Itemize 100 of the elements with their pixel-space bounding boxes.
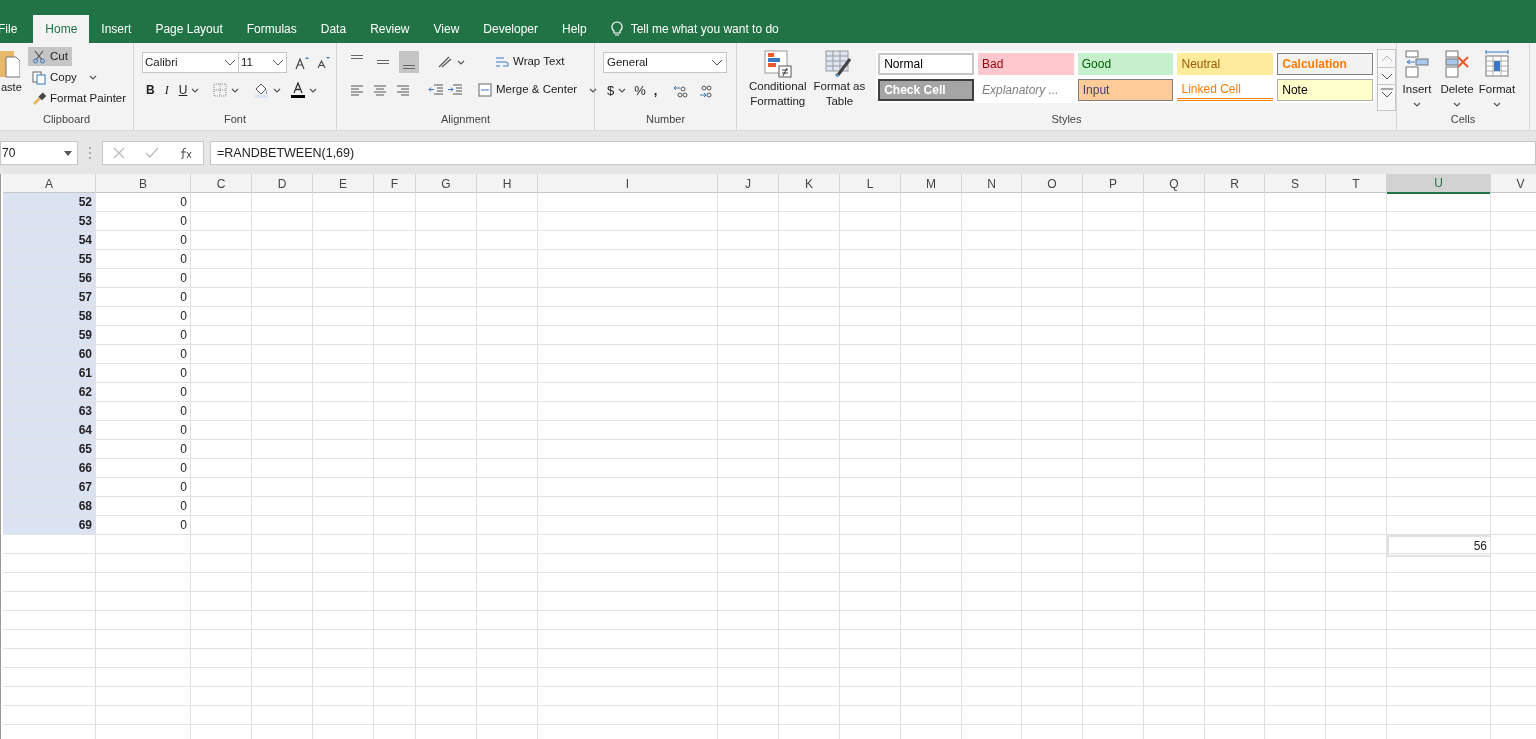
conditional-formatting-button[interactable]: Conditional Formatting [745, 43, 811, 111]
ribbon-tab[interactable]: Review [358, 15, 422, 43]
column-header[interactable]: P [1083, 174, 1144, 194]
ribbon-tab[interactable]: View [421, 15, 472, 43]
currency-button[interactable]: $ [607, 81, 627, 101]
table-cell[interactable]: 0 [96, 307, 191, 325]
fill-color-button[interactable] [253, 82, 282, 98]
format-cells-button[interactable]: Format [1477, 43, 1517, 111]
table-cell[interactable]: 63 [3, 402, 96, 420]
table-cell[interactable]: 55 [3, 250, 96, 268]
table-cell[interactable]: 66 [3, 459, 96, 477]
table-cell[interactable]: 0 [96, 231, 191, 249]
table-cell[interactable]: 56 [3, 269, 96, 287]
table-cell[interactable]: 0 [96, 326, 191, 344]
copy-button[interactable]: Copy [28, 68, 101, 87]
column-header[interactable]: G [416, 174, 477, 194]
name-box[interactable]: 70 [0, 141, 78, 165]
table-cell[interactable]: 0 [96, 345, 191, 363]
table-cell[interactable]: 56 [1387, 535, 1491, 557]
ribbon-tab[interactable]: Developer [471, 15, 550, 43]
cell-style-neutral[interactable]: Neutral [1177, 53, 1274, 75]
table-cell[interactable]: 0 [96, 269, 191, 287]
insert-cells-button[interactable]: Insert [1397, 43, 1437, 111]
table-cell[interactable]: 0 [96, 193, 191, 211]
table-cell[interactable]: 67 [3, 478, 96, 496]
table-cell[interactable]: 0 [96, 364, 191, 382]
enter-button[interactable] [145, 147, 159, 159]
cell-style-good[interactable]: Good [1077, 53, 1174, 75]
column-header[interactable]: O [1022, 174, 1083, 194]
wrap-text-button[interactable]: Wrap Text [495, 53, 565, 71]
cell-style-bad[interactable]: Bad [977, 53, 1074, 75]
ribbon-tab[interactable]: Help [550, 15, 599, 43]
tell-me-search[interactable]: Tell me what you want to do [630, 20, 779, 38]
table-cell[interactable]: 0 [96, 402, 191, 420]
table-cell[interactable]: 0 [96, 288, 191, 306]
table-cell[interactable]: 68 [3, 497, 96, 515]
table-cell[interactable]: 64 [3, 421, 96, 439]
shrink-font-button[interactable] [317, 56, 330, 69]
font-color-button[interactable] [291, 82, 318, 98]
table-cell[interactable]: 65 [3, 440, 96, 458]
decrease-indent-button[interactable] [428, 83, 444, 97]
comma-style-button[interactable]: , [653, 81, 658, 101]
table-cell[interactable]: 59 [3, 326, 96, 344]
column-header[interactable]: J [718, 174, 779, 194]
insert-function-button[interactable] [179, 147, 193, 159]
delete-cells-button[interactable]: Delete [1437, 43, 1477, 111]
table-cell[interactable]: 52 [3, 193, 96, 211]
table-cell[interactable]: 69 [3, 516, 96, 534]
column-header[interactable]: D [252, 174, 313, 194]
table-cell[interactable]: 61 [3, 364, 96, 382]
column-header[interactable]: R [1205, 174, 1265, 194]
bold-button[interactable]: B [146, 81, 155, 99]
cell-style-normal[interactable]: Normal [878, 53, 974, 75]
ribbon-tab[interactable]: Page Layout [143, 15, 235, 43]
ribbon-tab[interactable]: Data [308, 15, 359, 43]
table-cell[interactable]: 54 [3, 231, 96, 249]
table-cell[interactable]: 0 [96, 497, 191, 515]
increase-decimal-button[interactable] [673, 83, 690, 98]
font-name-dropdown[interactable]: Calibri [142, 52, 239, 73]
column-header[interactable]: N [962, 174, 1022, 194]
column-header[interactable]: I [538, 174, 718, 194]
merge-center-button[interactable]: Merge & Center [478, 81, 598, 99]
column-header[interactable]: L [840, 174, 901, 194]
ribbon-tab[interactable]: Home [33, 15, 90, 43]
column-header[interactable]: Q [1144, 174, 1205, 194]
number-format-dropdown[interactable]: General [603, 52, 727, 73]
column-header[interactable]: S [1265, 174, 1326, 194]
cell-style-note[interactable]: Note [1277, 79, 1373, 101]
table-cell[interactable]: 58 [3, 307, 96, 325]
table-cell[interactable]: 0 [96, 212, 191, 230]
table-cell[interactable]: 62 [3, 383, 96, 401]
table-cell[interactable]: 57 [3, 288, 96, 306]
column-header[interactable]: M [901, 174, 962, 194]
column-header[interactable]: B [96, 174, 191, 194]
ribbon-tab[interactable]: Insert [89, 15, 144, 43]
format-as-table-button[interactable]: Format as Table [810, 43, 869, 111]
vertical-align-bottom-button[interactable] [399, 51, 419, 73]
italic-button[interactable]: I [164, 81, 169, 99]
cancel-button[interactable] [113, 147, 125, 159]
decrease-decimal-button[interactable] [697, 83, 714, 98]
cell-style-input[interactable]: Input [1077, 79, 1174, 101]
borders-button[interactable] [213, 83, 240, 97]
column-header[interactable]: V [1491, 174, 1536, 194]
column-header[interactable]: K [779, 174, 840, 194]
table-cell[interactable]: 0 [96, 250, 191, 268]
column-header[interactable]: H [477, 174, 538, 194]
percent-button[interactable]: % [634, 81, 646, 101]
format-painter-button[interactable]: Format Painter [28, 89, 131, 108]
table-cell[interactable]: 0 [96, 478, 191, 496]
column-header[interactable]: F [374, 174, 416, 194]
underline-button[interactable]: U [178, 81, 200, 99]
orientation-button[interactable] [437, 55, 465, 69]
column-header[interactable]: E [313, 174, 374, 194]
formula-input[interactable]: =RANDBETWEEN(1,69) [210, 141, 1536, 165]
table-cell[interactable]: 60 [3, 345, 96, 363]
table-cell[interactable]: 53 [3, 212, 96, 230]
ribbon-tab[interactable]: Formulas [234, 15, 309, 43]
table-cell[interactable]: 0 [96, 440, 191, 458]
table-cell[interactable]: 0 [96, 383, 191, 401]
font-size-dropdown[interactable]: 11 [239, 52, 287, 73]
